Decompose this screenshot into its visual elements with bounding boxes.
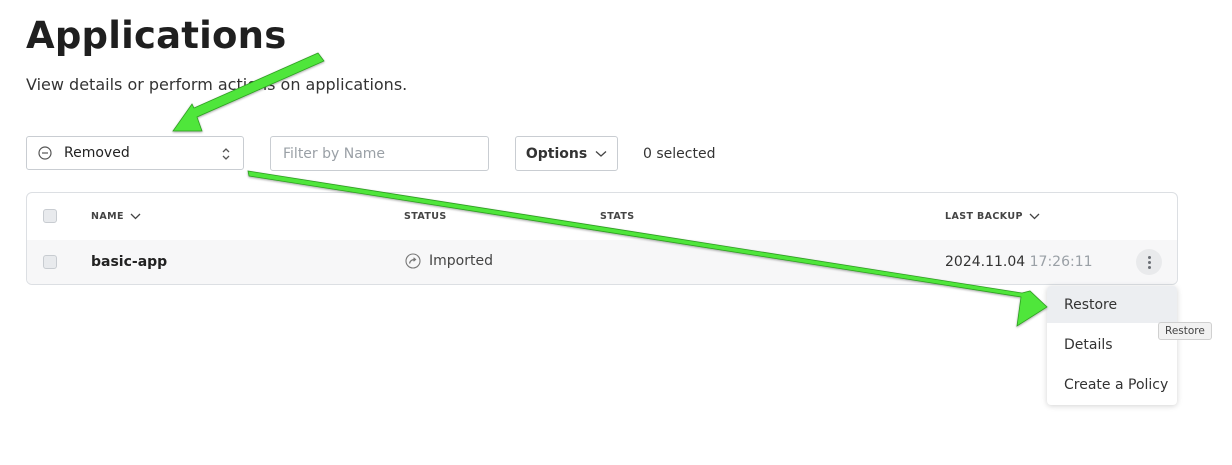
- status-filter-value: Removed: [64, 145, 130, 161]
- column-status-header: STATUS: [404, 211, 447, 222]
- applications-table: NAME STATUS STATS LAST BACKUP basic-app: [26, 192, 1178, 285]
- column-stats-label: STATS: [600, 211, 635, 222]
- filter-by-name-input[interactable]: [270, 136, 489, 171]
- backup-time: 17:26:11: [1029, 254, 1093, 270]
- options-label: Options: [525, 145, 588, 162]
- table-header: NAME STATUS STATS LAST BACKUP: [27, 193, 1177, 241]
- options-button[interactable]: Options: [515, 136, 618, 171]
- app-name[interactable]: basic-app: [91, 254, 167, 270]
- column-stats-header: STATS: [600, 211, 635, 222]
- column-last-backup-label: LAST BACKUP: [945, 211, 1023, 222]
- select-all-checkbox[interactable]: [43, 209, 57, 223]
- table-row[interactable]: basic-app Imported 2024.11.04 17:26:11: [27, 240, 1177, 284]
- sort-chevron-icon: [1029, 213, 1040, 220]
- page-title: Applications: [26, 14, 287, 57]
- page-subtitle: View details or perform actions on appli…: [26, 75, 408, 94]
- app-status-label: Imported: [429, 253, 493, 269]
- updown-chevron-icon: [222, 148, 230, 160]
- column-name-header[interactable]: NAME: [91, 211, 141, 222]
- column-status-label: STATUS: [404, 211, 447, 222]
- imported-icon: [405, 253, 421, 269]
- backup-date: 2024.11.04: [945, 254, 1026, 270]
- menu-item-restore[interactable]: Restore: [1047, 286, 1177, 323]
- column-name-label: NAME: [91, 211, 124, 222]
- app-status: Imported: [405, 253, 493, 269]
- row-actions-kebab-icon[interactable]: [1136, 249, 1162, 275]
- status-filter-select[interactable]: Removed: [26, 136, 244, 170]
- restore-tooltip: Restore: [1158, 322, 1212, 340]
- sort-chevron-icon: [130, 213, 141, 220]
- row-actions-menu: Restore Details Create a Policy: [1047, 286, 1177, 405]
- menu-item-create-policy[interactable]: Create a Policy: [1047, 366, 1177, 403]
- column-last-backup-header[interactable]: LAST BACKUP: [945, 211, 1040, 222]
- row-checkbox[interactable]: [43, 255, 57, 269]
- app-last-backup: 2024.11.04 17:26:11: [945, 254, 1093, 270]
- selected-count: 0 selected: [643, 146, 716, 162]
- minus-circle-icon: [38, 146, 52, 160]
- chevron-down-icon: [595, 150, 607, 157]
